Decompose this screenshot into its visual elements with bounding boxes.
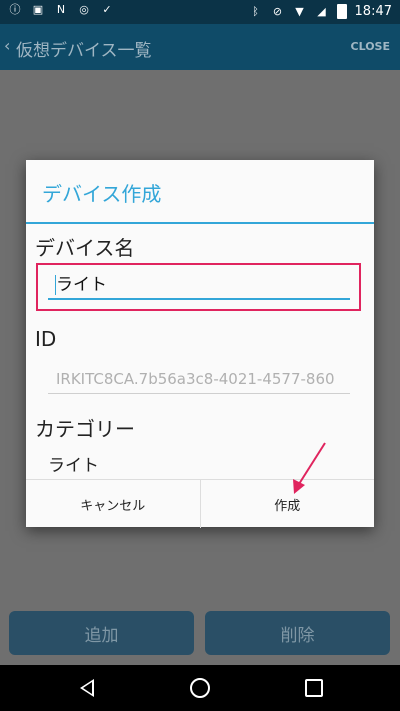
annotation-arrow-icon bbox=[293, 442, 326, 494]
